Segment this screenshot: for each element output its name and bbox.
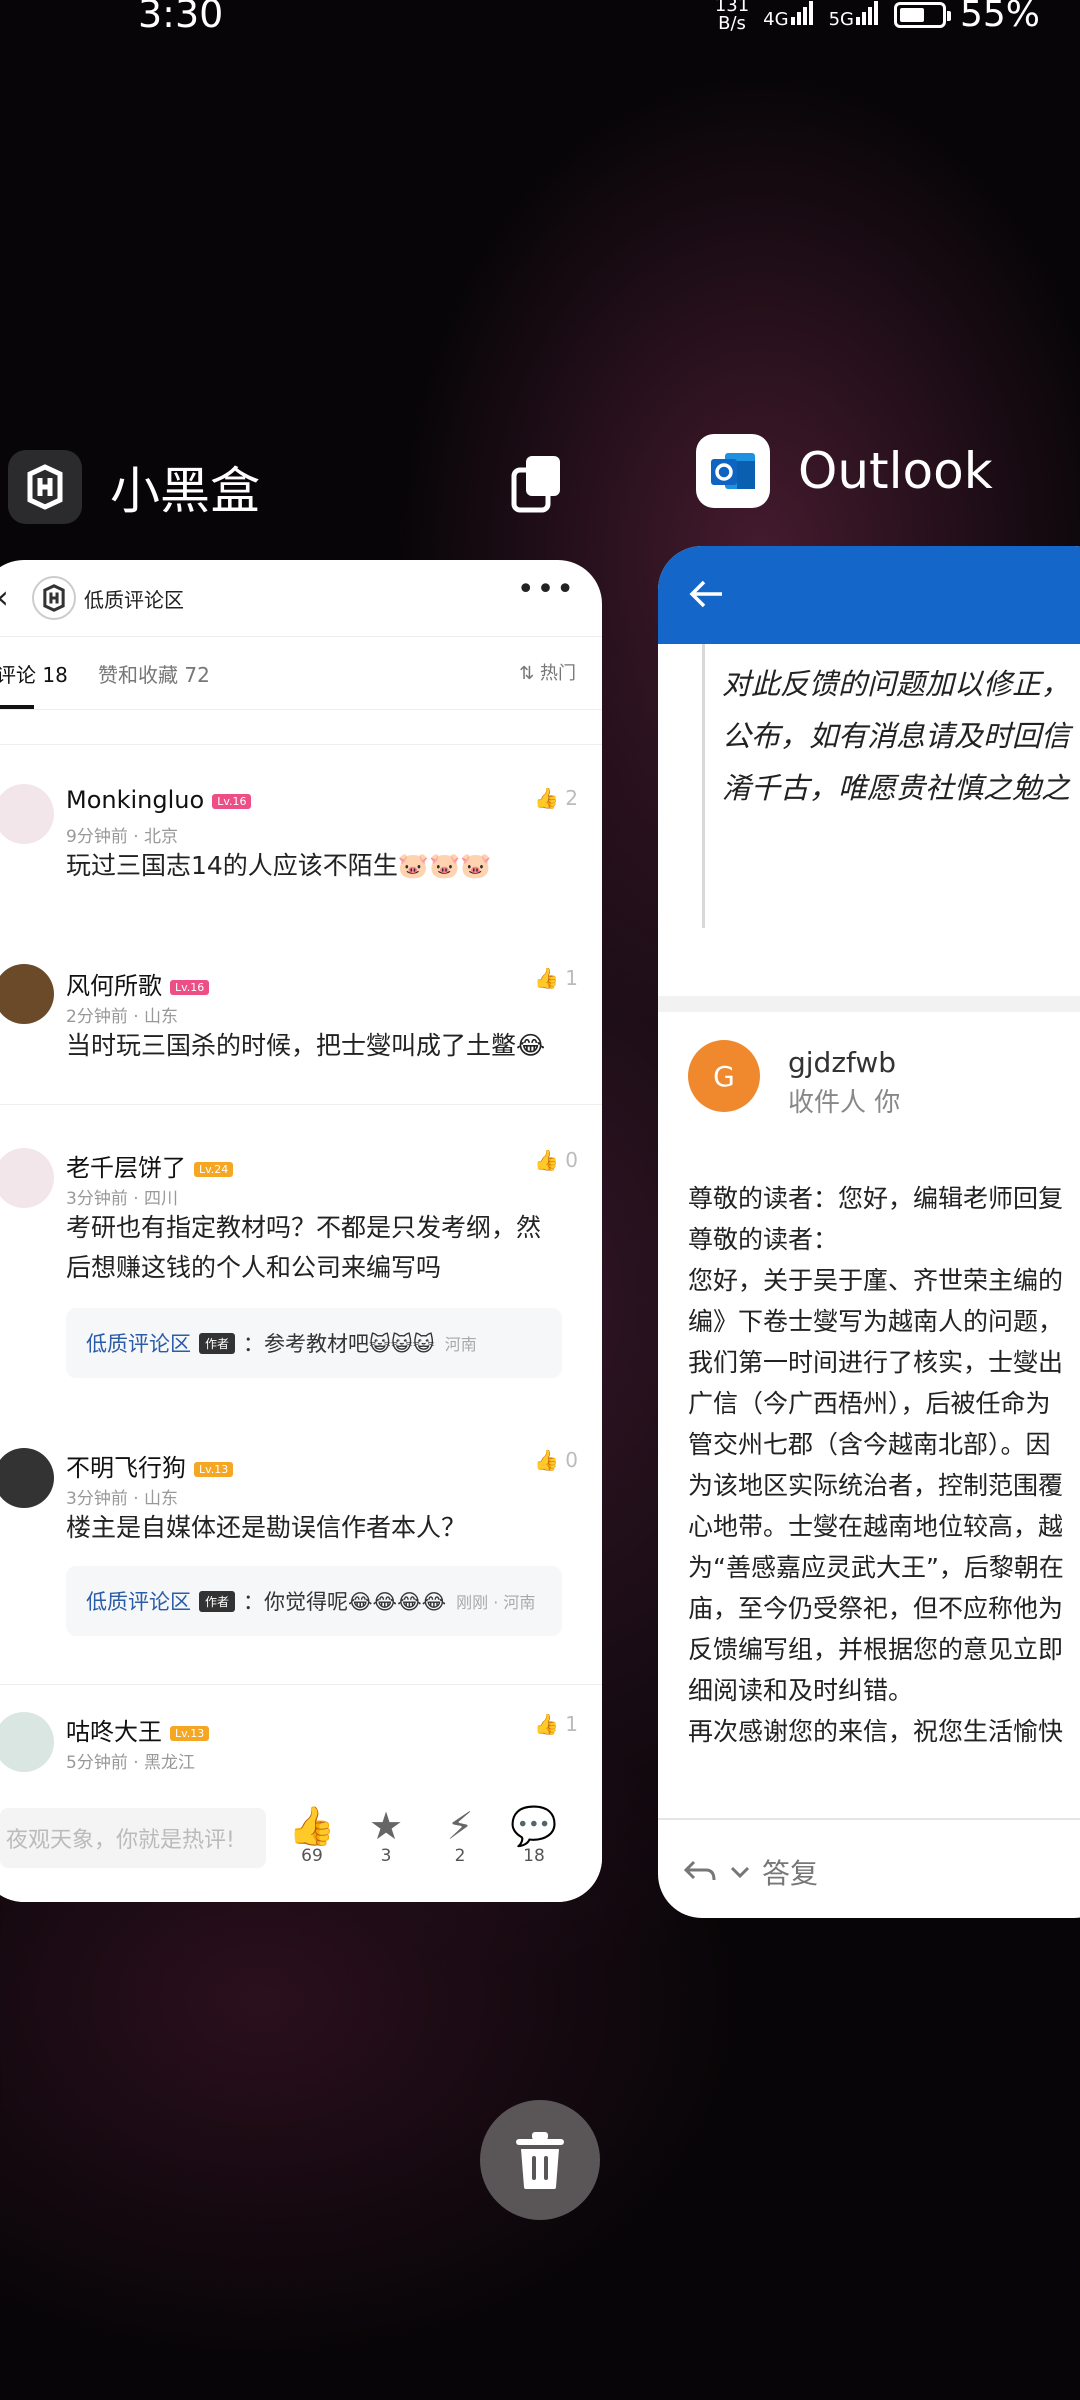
thumbs-up-icon: 👍 <box>534 1448 560 1472</box>
comment-meta: 3分钟前 · 四川 <box>66 1189 179 1209</box>
avatar[interactable] <box>0 1148 54 1208</box>
comment-item[interactable]: 风何所歌 Lv.16 2分钟前 · 山东 当时玩三国杀的时候，把士燮叫成了土鳖😂 … <box>0 928 602 1098</box>
chevron-down-icon[interactable] <box>730 1865 750 1879</box>
comment-text: 玩过三国志14的人应该不陌生🐷🐷🐷 <box>66 851 492 880</box>
network-speed: 131 B/s <box>714 0 750 34</box>
signal-5g-icon: 5G <box>829 1 880 29</box>
message-separator <box>658 996 1080 1012</box>
more-icon[interactable]: ••• <box>517 572 576 607</box>
comment-meta: 2分钟前 · 山东 <box>66 1007 179 1027</box>
signal-4g-icon: 4G <box>763 1 814 29</box>
author-tag: 作者 <box>199 1332 236 1354</box>
battery-percent: 55% <box>959 0 1040 35</box>
level-badge: Lv.13 <box>170 1725 210 1741</box>
sort-icon: ⇅ <box>519 663 540 684</box>
comment-meta: 9分钟前 · 北京 <box>66 827 179 847</box>
app-title-heybox: 小黑盒 <box>110 462 260 520</box>
battery-icon <box>893 1 951 28</box>
divider <box>0 744 602 745</box>
back-arrow-icon[interactable]: ‹ <box>0 578 9 616</box>
thumbs-up-icon: 👍 <box>534 786 560 810</box>
avatar[interactable] <box>0 964 54 1024</box>
back-arrow-icon[interactable] <box>688 578 724 610</box>
like-post-button[interactable]: 👍 69 <box>282 1806 342 1866</box>
comment-text: 当时玩三国杀的时候，把士燮叫成了土鳖😂 <box>66 1031 546 1060</box>
level-badge: Lv.13 <box>194 1461 234 1477</box>
thumbs-up-icon: 👍 <box>534 966 560 990</box>
thumbs-up-icon: 👍 <box>534 1712 560 1736</box>
status-icons: 131 B/s 4G 5G 55% <box>715 0 1040 35</box>
split-screen-icon[interactable] <box>508 452 564 516</box>
comment-username[interactable]: 咕咚大王 Lv.13 <box>66 1712 210 1747</box>
comment-username[interactable]: 风何所歌 Lv.16 <box>66 966 210 1001</box>
divider <box>0 1104 602 1105</box>
comment-item[interactable]: 不明飞行狗 Lv.13 3分钟前 · 山东 楼主是自媒体还是勘误信作者本人？ 👍 0… <box>0 1408 602 1678</box>
quoted-text: 对此反馈的问题加以修正， 公布，如有消息请及时回信 淆千古，唯愿贵社慎之勉之 <box>722 667 1071 805</box>
level-badge: Lv.16 <box>212 793 252 809</box>
reply-icon <box>683 1860 716 1881</box>
active-tab-indicator <box>0 705 34 709</box>
heybox-app-icon <box>8 450 82 524</box>
favorite-button[interactable]: ★ 3 <box>356 1806 416 1866</box>
comment-username[interactable]: 老千层饼了 Lv.24 <box>66 1148 234 1183</box>
sender-name[interactable]: gjdzfwb <box>788 1046 896 1079</box>
like-button[interactable]: 👍 1 <box>534 1712 578 1736</box>
outlook-app-card[interactable]: 对此反馈的问题加以修正， 公布，如有消息请及时回信 淆千古，唯愿贵社慎之勉之 G… <box>658 546 1080 1918</box>
channel-avatar[interactable] <box>32 576 76 620</box>
author-reply[interactable]: 低质评论区 作者 ：你觉得呢😂😂😂😂 刚刚 · 河南 <box>66 1566 562 1636</box>
app-label-heybox[interactable]: 小黑盒 <box>8 450 260 524</box>
sort-button[interactable]: ⇅ 热门 <box>519 659 576 685</box>
outlook-header <box>658 546 1080 644</box>
divider <box>658 1818 1080 1820</box>
heybox-app-card[interactable]: ‹ 低质评论区 ••• 评论 18 赞和收藏 72 ⇅ 热门 Monkinglu… <box>0 560 602 1902</box>
divider <box>0 1684 602 1685</box>
level-badge: Lv.16 <box>170 979 210 995</box>
app-label-outlook[interactable]: Outlook <box>696 434 993 508</box>
comment-icon: 💬 <box>510 1804 558 1848</box>
comment-text: 考研也有指定教材吗？不都是只发考纲，然 后想赚这钱的个人和公司来编写吗 <box>66 1213 542 1282</box>
sender-avatar[interactable]: G <box>688 1040 760 1112</box>
level-badge: Lv.24 <box>194 1161 234 1177</box>
outlook-app-icon <box>696 434 770 508</box>
heybox-header: ‹ 低质评论区 ••• <box>0 560 602 637</box>
comment-input[interactable]: 夜观天象，你就是热评! <box>0 1808 266 1868</box>
reply-button[interactable]: 答复 <box>682 1852 818 1892</box>
recipient-line: 收件人 你 <box>788 1088 901 1118</box>
avatar[interactable] <box>0 1448 54 1508</box>
comment-count-button[interactable]: 💬 18 <box>504 1806 564 1866</box>
status-bar: 3:30 131 B/s 4G 5G 55% <box>0 0 1080 44</box>
thumbs-up-icon: 👍 <box>534 1148 560 1172</box>
clear-all-button[interactable] <box>480 2100 600 2220</box>
comment-item[interactable]: Monkingluo Lv.16 9分钟前 · 北京 玩过三国志14的人应该不陌生… <box>0 748 602 904</box>
trash-icon <box>516 2132 564 2189</box>
comment-text: 楼主是自媒体还是勘误信作者本人？ <box>66 1513 467 1542</box>
avatar[interactable] <box>0 784 54 844</box>
comment-meta: 5分钟前 · 黑龙江 <box>66 1753 196 1773</box>
star-icon: ★ <box>368 1804 404 1848</box>
like-button[interactable]: 👍 2 <box>534 786 578 810</box>
avatar[interactable] <box>0 1712 54 1772</box>
author-reply[interactable]: 低质评论区 作者 ：参考教材吧😺😺😺 河南 <box>66 1308 562 1378</box>
email-body: 尊敬的读者：您好，编辑老师回复 尊敬的读者： 您好，关于吴于廑、齐世荣主编的 编… <box>688 1184 1064 1746</box>
like-button[interactable]: 👍 1 <box>534 966 578 990</box>
comment-input-bar: 夜观天象，你就是热评! 👍 69 ★ 3 ⚡ 2 💬 18 <box>0 1790 602 1902</box>
comment-tabs: 评论 18 赞和收藏 72 ⇅ 热门 <box>0 637 602 710</box>
comment-item[interactable]: 老千层饼了 Lv.24 3分钟前 · 四川 考研也有指定教材吗？不都是只发考纲，然… <box>0 1108 602 1408</box>
like-button[interactable]: 👍 0 <box>534 1448 578 1472</box>
comment-username[interactable]: Monkingluo Lv.16 <box>66 786 252 814</box>
comment-username[interactable]: 不明飞行狗 Lv.13 <box>66 1448 234 1483</box>
charge-button[interactable]: ⚡ 2 <box>430 1806 490 1866</box>
thumbs-up-icon: 👍 <box>288 1804 336 1848</box>
tab-comments[interactable]: 评论 18 <box>0 659 68 688</box>
header-title: 低质评论区 <box>84 588 184 612</box>
author-tag: 作者 <box>199 1590 236 1612</box>
battery-bolt-icon: ⚡ <box>446 1804 474 1848</box>
comment-meta: 3分钟前 · 山东 <box>66 1489 179 1509</box>
comment-item[interactable]: 咕咚大王 Lv.13 5分钟前 · 黑龙江 👍 1 <box>0 1688 602 1788</box>
app-title-outlook: Outlook <box>798 442 993 500</box>
like-button[interactable]: 👍 0 <box>534 1148 578 1172</box>
clock: 3:30 <box>138 0 224 36</box>
quote-border <box>702 644 705 928</box>
tab-likes[interactable]: 赞和收藏 72 <box>98 659 210 688</box>
